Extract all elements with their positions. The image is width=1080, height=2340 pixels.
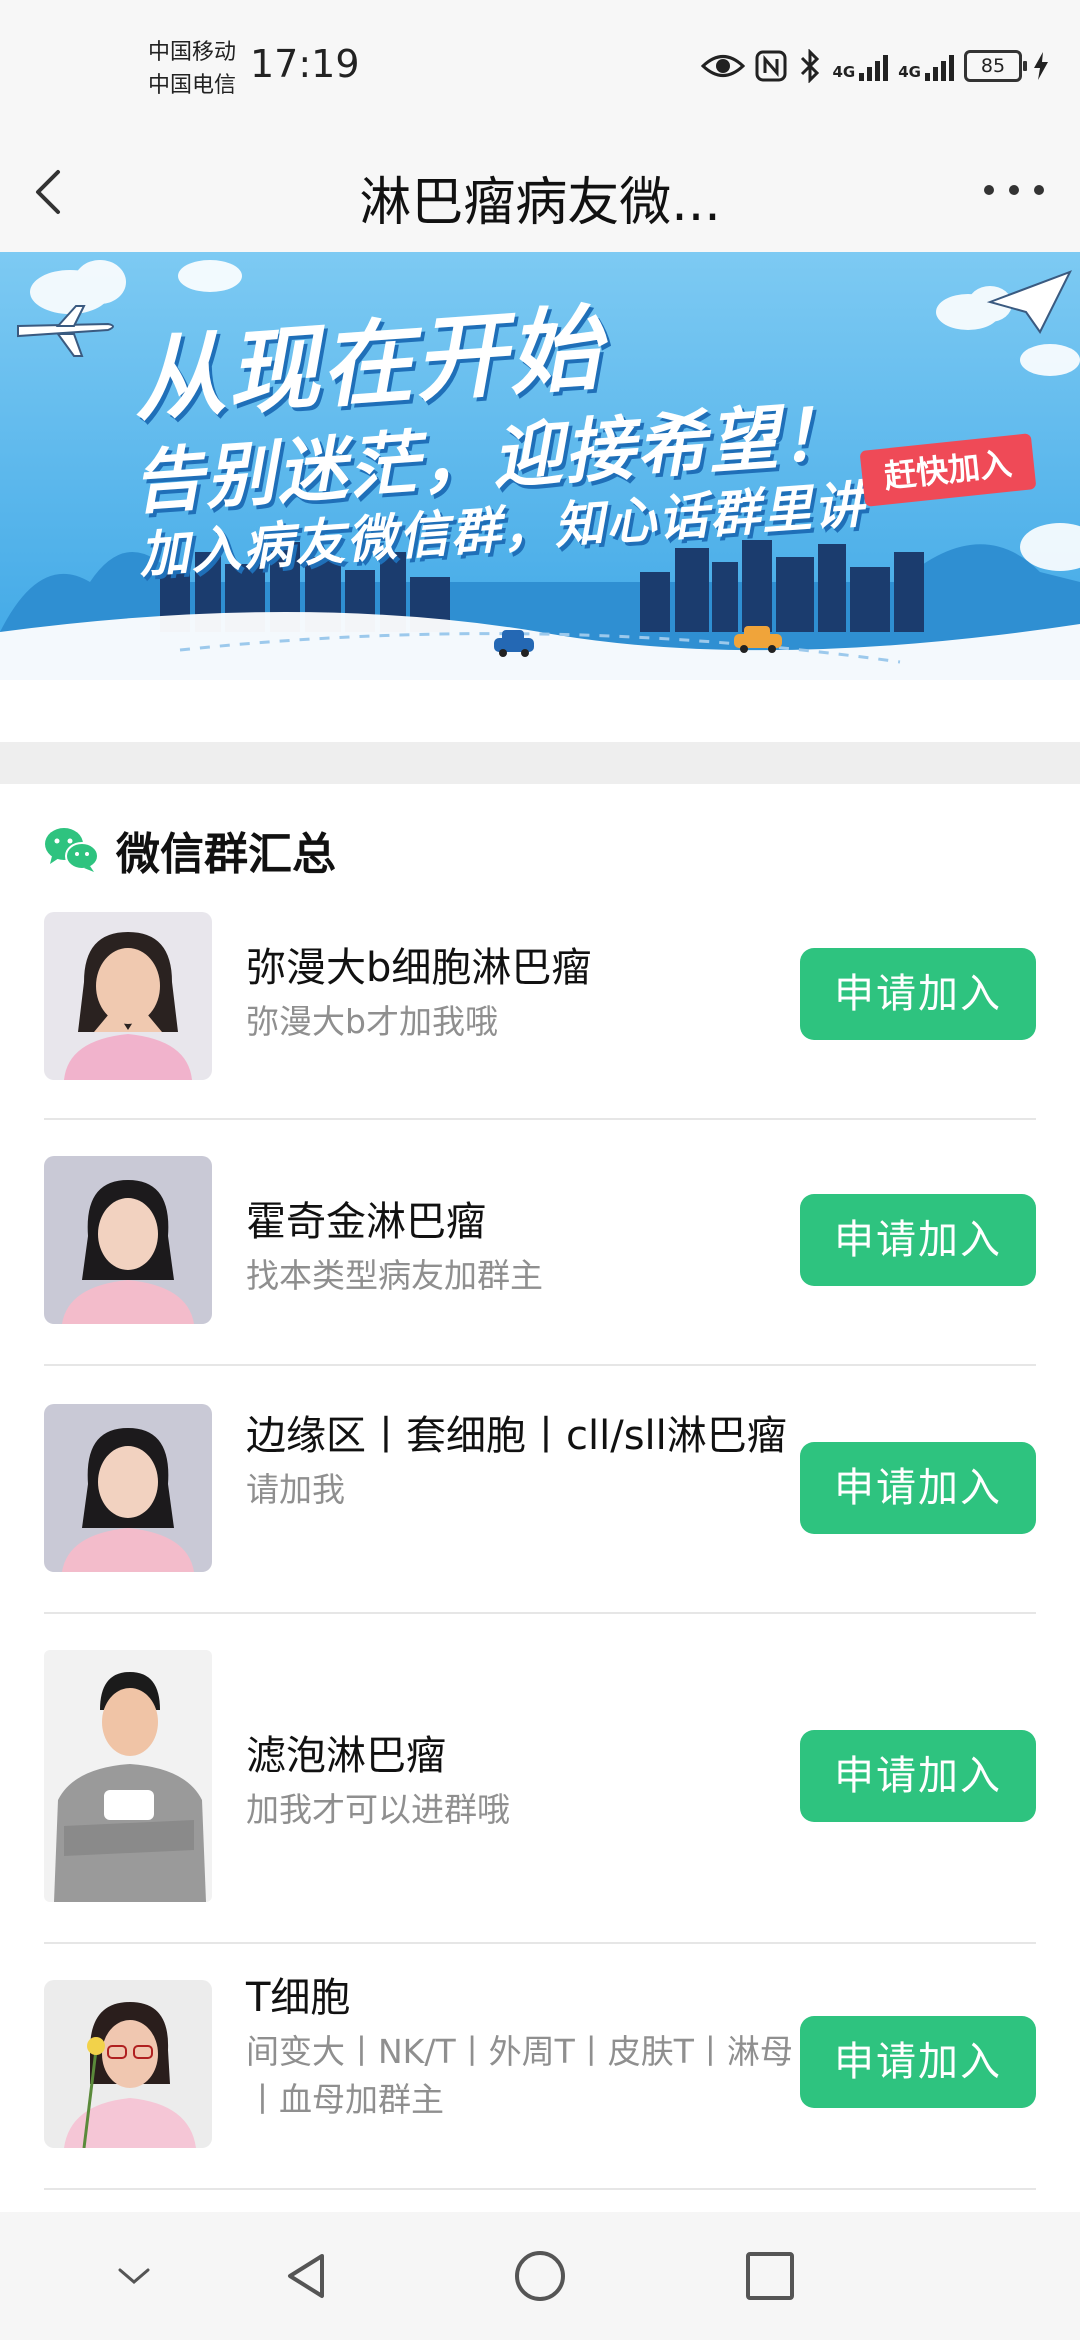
signal-2: 4G [898,51,954,81]
wechat-icon [45,828,99,872]
nav-bar: 淋巴瘤病友微... [0,130,1080,252]
group-description: 加我才可以进群哦 [246,1790,510,1829]
group-item-t-cell: T细胞 间变大丨NK/T丨外周T丨皮肤T丨淋母丨血母加群主 申请加入 [44,1942,1036,2190]
nav-back-button[interactable] [278,2246,338,2306]
nav-home-button[interactable] [510,2246,570,2306]
carrier-info: 中国移动 中国电信 [148,36,236,102]
join-button[interactable]: 申请加入 [800,1442,1036,1534]
join-button[interactable]: 申请加入 [800,2016,1036,2108]
page-title: 淋巴瘤病友微... [359,173,721,233]
group-item-dlbcl: 弥漫大b细胞淋巴瘤 弥漫大b才加我哦 申请加入 [44,912,1036,1120]
promo-banner[interactable]: 从现在开始 告别迷茫，迎接希望！ 加入病友微信群，知心话群里讲 赶快加入 [0,252,1080,680]
bluetooth-icon [800,49,819,83]
back-triangle-icon [288,2254,324,2298]
group-item-marginal-zone: 边缘区丨套细胞丨cll/sll淋巴瘤 请加我 申请加入 [44,1364,1036,1614]
status-icons: 4G 4G 85 [700,44,1051,88]
nav-recents-button[interactable] [740,2246,800,2306]
group-name: 霍奇金淋巴瘤 [246,1199,486,1245]
section-divider [0,742,1080,784]
group-item-follicular: 滤泡淋巴瘤 加我才可以进群哦 申请加入 [44,1612,1036,1944]
signal-bars-1-icon [859,51,889,81]
group-description: 弥漫大b才加我哦 [246,1002,498,1041]
eye-icon [700,55,745,77]
admin-portrait [44,1404,212,1572]
admin-portrait [44,912,212,1080]
join-button[interactable]: 申请加入 [800,1730,1036,1822]
admin-portrait [44,1980,212,2148]
admin-portrait [44,1156,212,1324]
group-description: 找本类型病友加群主 [246,1256,543,1295]
avatar[interactable] [44,1404,212,1572]
hide-nav-button[interactable] [104,2246,164,2306]
section-title: 微信群汇总 [116,829,336,880]
group-name: 边缘区丨套细胞丨cll/sll淋巴瘤 [246,1413,787,1459]
group-item-hodgkin: 霍奇金淋巴瘤 找本类型病友加群主 申请加入 [44,1118,1036,1366]
signal-1: 4G [833,51,889,81]
battery-indicator: 85 [964,50,1027,82]
group-description: 间变大丨NK/T丨外周T丨皮肤T丨淋母丨血母加群主 [246,2032,793,2119]
signal-bars-2-icon [925,51,954,81]
avatar[interactable] [44,1650,212,1902]
carrier-1: 中国移动 [148,40,237,65]
carrier-2: 中国电信 [148,73,237,98]
more-dot [1009,185,1019,195]
network-type-2: 4G [898,63,921,81]
avatar[interactable] [44,1980,212,2148]
join-button[interactable]: 申请加入 [800,948,1036,1040]
more-button[interactable] [978,160,1050,220]
more-dot [984,185,994,195]
avatar[interactable] [44,912,212,1080]
home-circle-icon [515,2251,565,2301]
admin-portrait [44,1650,212,1902]
nfc-icon [755,50,786,82]
section-header: 微信群汇总 [44,820,336,880]
group-name: 滤泡淋巴瘤 [246,1733,446,1779]
status-bar: 中国移动 中国电信 17:19 4G 4G 85 [0,0,1080,130]
group-name: T细胞 [246,1975,351,2021]
group-name: 弥漫大b细胞淋巴瘤 [246,945,592,991]
network-type-1: 4G [832,63,856,81]
clock: 17:19 [250,42,360,86]
avatar[interactable] [44,1156,212,1324]
chevron-down-icon [118,2268,150,2284]
more-dot [1034,185,1044,195]
charging-icon [1034,52,1048,80]
join-button[interactable]: 申请加入 [800,1194,1036,1286]
system-nav-bar [0,2212,1080,2340]
recents-square-icon [746,2252,794,2300]
group-description: 请加我 [246,1470,345,1509]
